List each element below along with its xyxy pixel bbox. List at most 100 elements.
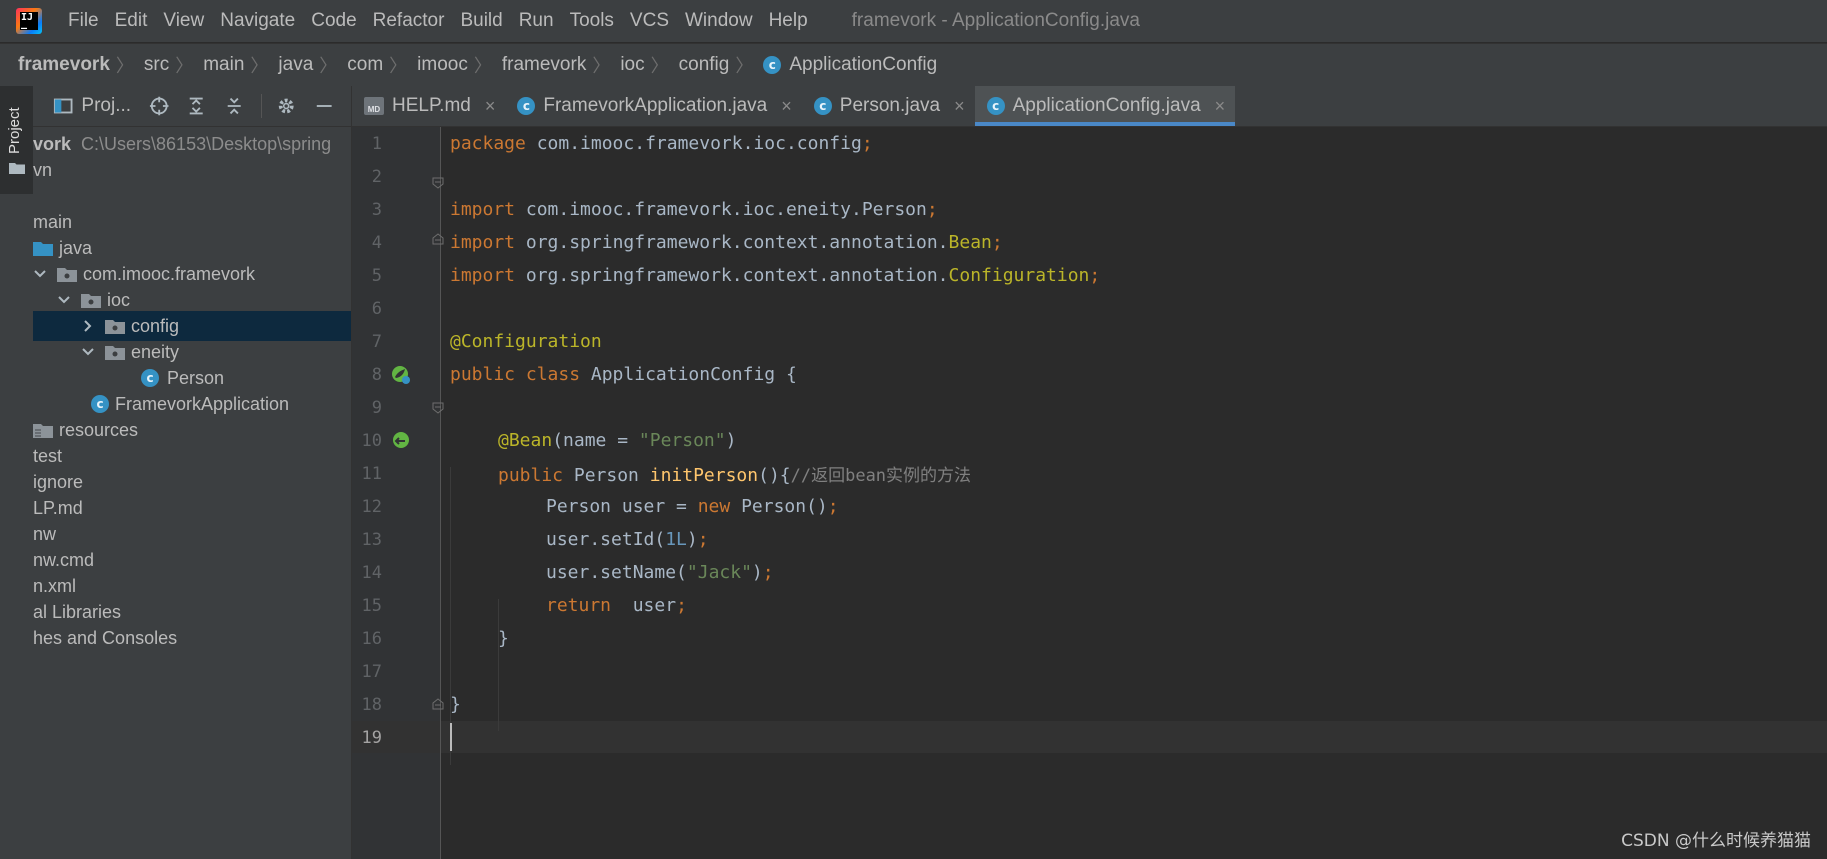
breadcrumb-item-current[interactable]: ApplicationConfig (789, 54, 937, 76)
breadcrumb-item[interactable]: src (144, 54, 169, 76)
menu-edit[interactable]: Edit (115, 10, 148, 32)
menu-run[interactable]: Run (519, 10, 554, 32)
code-text: org.springframework.context.annotation. (515, 265, 949, 286)
line-number: 13 (361, 529, 382, 550)
intellij-logo-icon[interactable]: IJ — (16, 8, 42, 34)
tab-label: Person.java (839, 95, 941, 116)
line-number: 10 (361, 430, 382, 451)
tab-label: HELP.md (392, 95, 471, 116)
tree-item-label: vn (33, 159, 53, 180)
project-view-icon[interactable] (53, 95, 73, 117)
tree-item-label: resources (59, 419, 139, 440)
code-text: Person user = (546, 496, 698, 517)
tab-framevork-application[interactable]: c FramevorkApplication.java × (505, 86, 801, 126)
folder-icon[interactable] (9, 162, 25, 174)
code-text: ) (686, 529, 698, 550)
chevron-right-icon: 〉 (473, 56, 492, 76)
code-text: ) (725, 430, 737, 451)
tree-item[interactable]: vn (33, 155, 351, 185)
code-semicolon: ; (926, 199, 938, 220)
chevron-right-icon: 〉 (250, 56, 269, 76)
locate-target-icon[interactable] (149, 95, 169, 117)
package-icon (81, 294, 101, 308)
tree-item-label: Person (167, 367, 225, 388)
code-comment: //返回bean实例的方法 (790, 466, 972, 486)
code-editor[interactable]: 1 package com.imooc.framevork.ioc.config… (352, 127, 1827, 859)
spring-config-gutter-icon[interactable] (390, 364, 412, 386)
breadcrumb-item[interactable]: config (679, 54, 730, 76)
menu-code[interactable]: Code (311, 10, 356, 32)
code-semicolon: ; (827, 496, 839, 517)
tree-item-scratches[interactable]: hes and Consoles (33, 623, 351, 653)
tree-item-label: java (59, 237, 93, 258)
project-tool-tab[interactable]: Project (0, 86, 33, 194)
menu-help[interactable]: Help (769, 10, 808, 32)
close-icon[interactable]: × (954, 96, 965, 117)
tab-person[interactable]: c Person.java × (802, 86, 975, 126)
breadcrumb-item[interactable]: main (203, 54, 244, 76)
minimize-icon[interactable] (314, 95, 334, 117)
fold-marker-icon[interactable] (432, 233, 444, 245)
line-number: 7 (371, 331, 382, 352)
project-path: C:\Users\86153\Desktop\spring (81, 133, 332, 154)
line-number: 14 (361, 562, 382, 583)
gear-icon[interactable] (276, 95, 296, 117)
code-line: 11 public Person initPerson(){//返回bean实例… (352, 457, 972, 490)
tree-item-label: ioc (107, 289, 131, 310)
tab-application-config[interactable]: c ApplicationConfig.java × (974, 86, 1236, 126)
class-icon: c (141, 369, 159, 387)
code-line: 17 (352, 655, 382, 688)
menu-vcs[interactable]: VCS (630, 10, 669, 32)
code-line: 15 return user; (352, 589, 687, 622)
code-text: ApplicationConfig { (580, 364, 797, 385)
close-icon[interactable]: × (485, 96, 496, 117)
chevron-right-icon: 〉 (115, 56, 134, 76)
chevron-down-icon[interactable] (57, 293, 71, 307)
chevron-right-icon[interactable] (81, 319, 95, 333)
breadcrumb-item[interactable]: framevork (502, 54, 586, 76)
spring-bean-gutter-icon[interactable] (390, 429, 412, 451)
line-number: 17 (361, 661, 382, 682)
fold-marker-icon[interactable] (432, 402, 444, 414)
code-text: ) (751, 562, 763, 583)
tree-item-label: nw (33, 523, 57, 544)
breadcrumb-item[interactable]: ioc (620, 54, 644, 76)
chevron-down-icon[interactable] (33, 267, 47, 281)
tab-help-md[interactable]: MD HELP.md × (352, 86, 505, 126)
tree-item-label: eneity (131, 341, 180, 362)
menu-tools[interactable]: Tools (570, 10, 614, 32)
code-line: 3 import com.imooc.framevork.ioc.eneity.… (352, 193, 938, 226)
fold-marker-icon[interactable] (432, 698, 444, 710)
menu-window[interactable]: Window (685, 10, 753, 32)
project-panel: Proj... vork C:\Users\86153\Desktop\spri… (33, 86, 352, 859)
string-literal: "Person" (638, 430, 726, 451)
breadcrumb-item[interactable]: java (278, 54, 313, 76)
close-icon[interactable]: × (1215, 96, 1226, 117)
line-number: 11 (361, 463, 382, 484)
menu-bar: IJ — File Edit View Navigate Code Refacto… (0, 0, 1827, 42)
source-folder-icon (33, 242, 53, 256)
line-number: 4 (371, 232, 382, 253)
class-icon: c (763, 56, 782, 74)
code-text: org.springframework.context.annotation. (515, 232, 949, 253)
expand-all-icon[interactable] (186, 95, 206, 117)
menu-navigate[interactable]: Navigate (220, 10, 295, 32)
line-number: 18 (361, 694, 382, 715)
chevron-down-icon[interactable] (81, 345, 95, 359)
menu-view[interactable]: View (163, 10, 204, 32)
breadcrumb-item[interactable]: com (347, 54, 383, 76)
menu-build[interactable]: Build (460, 10, 502, 32)
menu-file[interactable]: File (68, 10, 99, 32)
tree-item-label: vork (33, 133, 72, 154)
fold-marker-icon[interactable] (432, 177, 444, 189)
collapse-all-icon[interactable] (224, 95, 244, 117)
breadcrumb-item[interactable]: framevork (18, 54, 110, 76)
chevron-right-icon: 〉 (175, 56, 194, 76)
project-view-selector[interactable]: Proj... (81, 95, 131, 117)
code-line: 13 user.setId(1L); (352, 523, 709, 556)
menu-refactor[interactable]: Refactor (373, 10, 445, 32)
close-icon[interactable]: × (781, 96, 792, 117)
code-line: 18 } (352, 688, 461, 721)
breadcrumb-item[interactable]: imooc (417, 54, 468, 76)
keyword: import (450, 232, 516, 253)
